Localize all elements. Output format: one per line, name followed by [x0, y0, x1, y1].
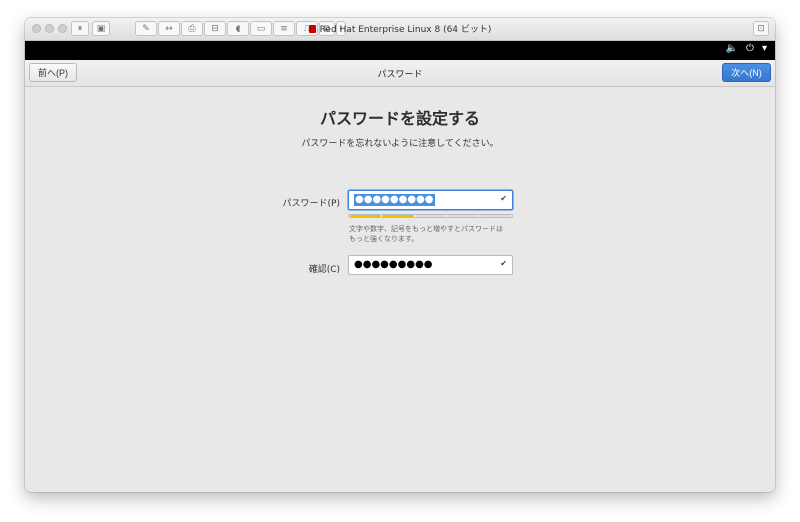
confirm-label: 確認(C): [308, 265, 340, 275]
check-icon: ✔: [500, 194, 507, 203]
password-strength-meter: [348, 214, 513, 218]
password-value: ●●●●●●●●●: [354, 194, 435, 206]
check-icon: ✔: [500, 259, 507, 268]
system-top-bar: 🔈 ⏻ ▾: [25, 41, 775, 60]
password-page: パスワードを設定する パスワードを忘れないように注意してください。 パスワード(…: [25, 87, 775, 492]
dialog-header: 前へ(P) パスワード 次へ(N): [25, 60, 775, 87]
fullscreen-icon[interactable]: ⊡: [753, 21, 769, 36]
strength-segment: [447, 215, 479, 217]
next-button[interactable]: 次へ(N): [722, 63, 771, 82]
strength-segment: [479, 215, 512, 217]
confirm-password-field[interactable]: ●●●●●●●●● ✔: [348, 255, 513, 275]
vm-titlebar: ⏸ ▣ ✎ ↔ ⎙ ⊟ ◖ ▭ ≡ ⎍ ⧉ ‹ Red Hat Enterpri…: [25, 18, 775, 41]
page-subtitle: パスワードを忘れないように注意してください。: [301, 139, 499, 149]
password-hint: 文字や数字、記号をもっと増やすとパスワードは もっと強くなります。: [349, 225, 503, 243]
strength-segment: [414, 215, 447, 217]
strength-segment: [350, 215, 382, 217]
dialog-title: パスワード: [377, 70, 423, 80]
volume-icon[interactable]: 🔈: [726, 43, 738, 54]
confirm-value: ●●●●●●●●●: [354, 259, 433, 270]
password-label: パスワード(P): [282, 199, 340, 209]
vm-title: Red Hat Enterprise Linux 8 (64 ビット): [25, 22, 775, 35]
redhat-logo-icon: [308, 25, 316, 33]
page-heading: パスワードを設定する: [319, 109, 480, 128]
power-icon[interactable]: ⏻: [746, 43, 754, 54]
strength-segment: [382, 215, 414, 217]
password-field[interactable]: ●●●●●●●●● ✔: [348, 190, 513, 210]
vm-window: ⏸ ▣ ✎ ↔ ⎙ ⊟ ◖ ▭ ≡ ⎍ ⧉ ‹ Red Hat Enterpri…: [25, 18, 775, 492]
chevron-down-icon[interactable]: ▾: [762, 43, 767, 54]
